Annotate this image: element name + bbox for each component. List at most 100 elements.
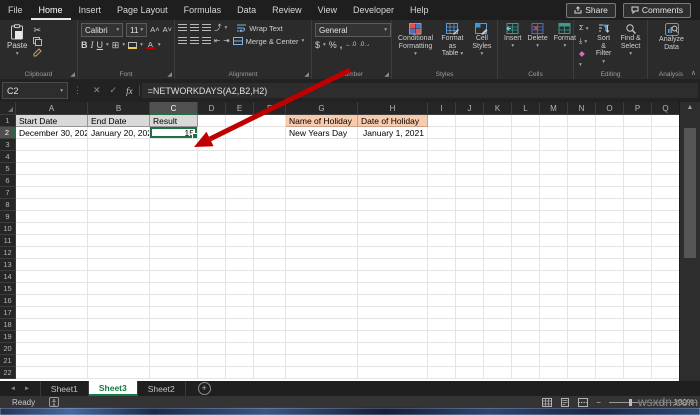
column-header-P[interactable]: P [624,102,652,115]
cell-E10[interactable] [226,223,254,235]
tab-scroll-right-icon[interactable]: ► [24,386,30,392]
cell-O9[interactable] [596,211,624,223]
cell-N9[interactable] [568,211,596,223]
cell-Q22[interactable] [652,367,680,379]
cell-K21[interactable] [484,355,512,367]
number-format-select[interactable]: General▾ [315,23,391,37]
align-bottom-icon[interactable] [202,24,211,32]
cell-J7[interactable] [456,187,484,199]
cell-H11[interactable] [358,235,428,247]
cell-N13[interactable] [568,259,596,271]
cell-P21[interactable] [624,355,652,367]
cell-K22[interactable] [484,367,512,379]
sort-filter-button[interactable]: Sort & Filter ▾ [591,23,616,72]
cell-L8[interactable] [512,199,540,211]
cell-B8[interactable] [88,199,150,211]
cell-C18[interactable] [150,319,198,331]
cell-G9[interactable] [286,211,358,223]
cell-P12[interactable] [624,247,652,259]
cell-M17[interactable] [540,307,568,319]
cell-P7[interactable] [624,187,652,199]
cell-D1[interactable] [198,115,226,127]
cell-B22[interactable] [88,367,150,379]
cell-O8[interactable] [596,199,624,211]
row-header-4[interactable]: 4 [0,151,16,163]
cell-M6[interactable] [540,175,568,187]
column-header-N[interactable]: N [568,102,596,115]
cell-G17[interactable] [286,307,358,319]
cell-L18[interactable] [512,319,540,331]
cell-P9[interactable] [624,211,652,223]
cell-J5[interactable] [456,163,484,175]
cell-G13[interactable] [286,259,358,271]
alignment-dialog-launcher-icon[interactable]: ◢ [304,71,309,78]
cell-F16[interactable] [254,295,286,307]
cell-C17[interactable] [150,307,198,319]
cell-F2[interactable] [254,127,286,139]
cell-F5[interactable] [254,163,286,175]
menu-item-review[interactable]: Review [264,0,310,20]
column-header-A[interactable]: A [16,102,88,115]
cell-H22[interactable] [358,367,428,379]
column-header-Q[interactable]: Q [652,102,680,115]
cell-I10[interactable] [428,223,456,235]
cell-J21[interactable] [456,355,484,367]
cell-K2[interactable] [484,127,512,139]
column-header-D[interactable]: D [198,102,226,115]
cell-M12[interactable] [540,247,568,259]
cell-K19[interactable] [484,331,512,343]
cell-L1[interactable] [512,115,540,127]
cell-H9[interactable] [358,211,428,223]
cell-I2[interactable] [428,127,456,139]
cell-N11[interactable] [568,235,596,247]
cell-K4[interactable] [484,151,512,163]
row-header-12[interactable]: 12 [0,247,16,259]
font-size-select[interactable]: 11▾ [126,23,147,37]
cell-G6[interactable] [286,175,358,187]
cell-N1[interactable] [568,115,596,127]
tab-scroll-left-icon[interactable]: ◄ [10,386,16,392]
cell-F19[interactable] [254,331,286,343]
cell-O13[interactable] [596,259,624,271]
cell-A10[interactable] [16,223,88,235]
cell-H5[interactable] [358,163,428,175]
cell-M10[interactable] [540,223,568,235]
cell-B14[interactable] [88,271,150,283]
cell-M22[interactable] [540,367,568,379]
cell-H12[interactable] [358,247,428,259]
cell-B6[interactable] [88,175,150,187]
cell-I6[interactable] [428,175,456,187]
cell-K10[interactable] [484,223,512,235]
accessibility-icon[interactable] [49,397,59,407]
cell-O22[interactable] [596,367,624,379]
cell-B17[interactable] [88,307,150,319]
cell-H13[interactable] [358,259,428,271]
cell-F4[interactable] [254,151,286,163]
cell-E4[interactable] [226,151,254,163]
cell-B10[interactable] [88,223,150,235]
cell-A17[interactable] [16,307,88,319]
cell-K20[interactable] [484,343,512,355]
cell-L9[interactable] [512,211,540,223]
cell-J11[interactable] [456,235,484,247]
cell-F18[interactable] [254,319,286,331]
cell-G15[interactable] [286,283,358,295]
cell-H14[interactable] [358,271,428,283]
autosum-icon[interactable]: Σ ▾ [579,23,589,34]
cell-L14[interactable] [512,271,540,283]
cell-C21[interactable] [150,355,198,367]
cell-E14[interactable] [226,271,254,283]
cell-N14[interactable] [568,271,596,283]
cell-D17[interactable] [198,307,226,319]
wrap-text-icon[interactable] [237,24,246,32]
cell-G7[interactable] [286,187,358,199]
cell-H21[interactable] [358,355,428,367]
cell-Q12[interactable] [652,247,680,259]
cell-A11[interactable] [16,235,88,247]
analyze-data-button[interactable]: Analyze Data [651,23,692,51]
cell-N22[interactable] [568,367,596,379]
cell-K7[interactable] [484,187,512,199]
cell-G16[interactable] [286,295,358,307]
cell-J4[interactable] [456,151,484,163]
cell-G1[interactable]: Name of Holiday [286,115,358,127]
